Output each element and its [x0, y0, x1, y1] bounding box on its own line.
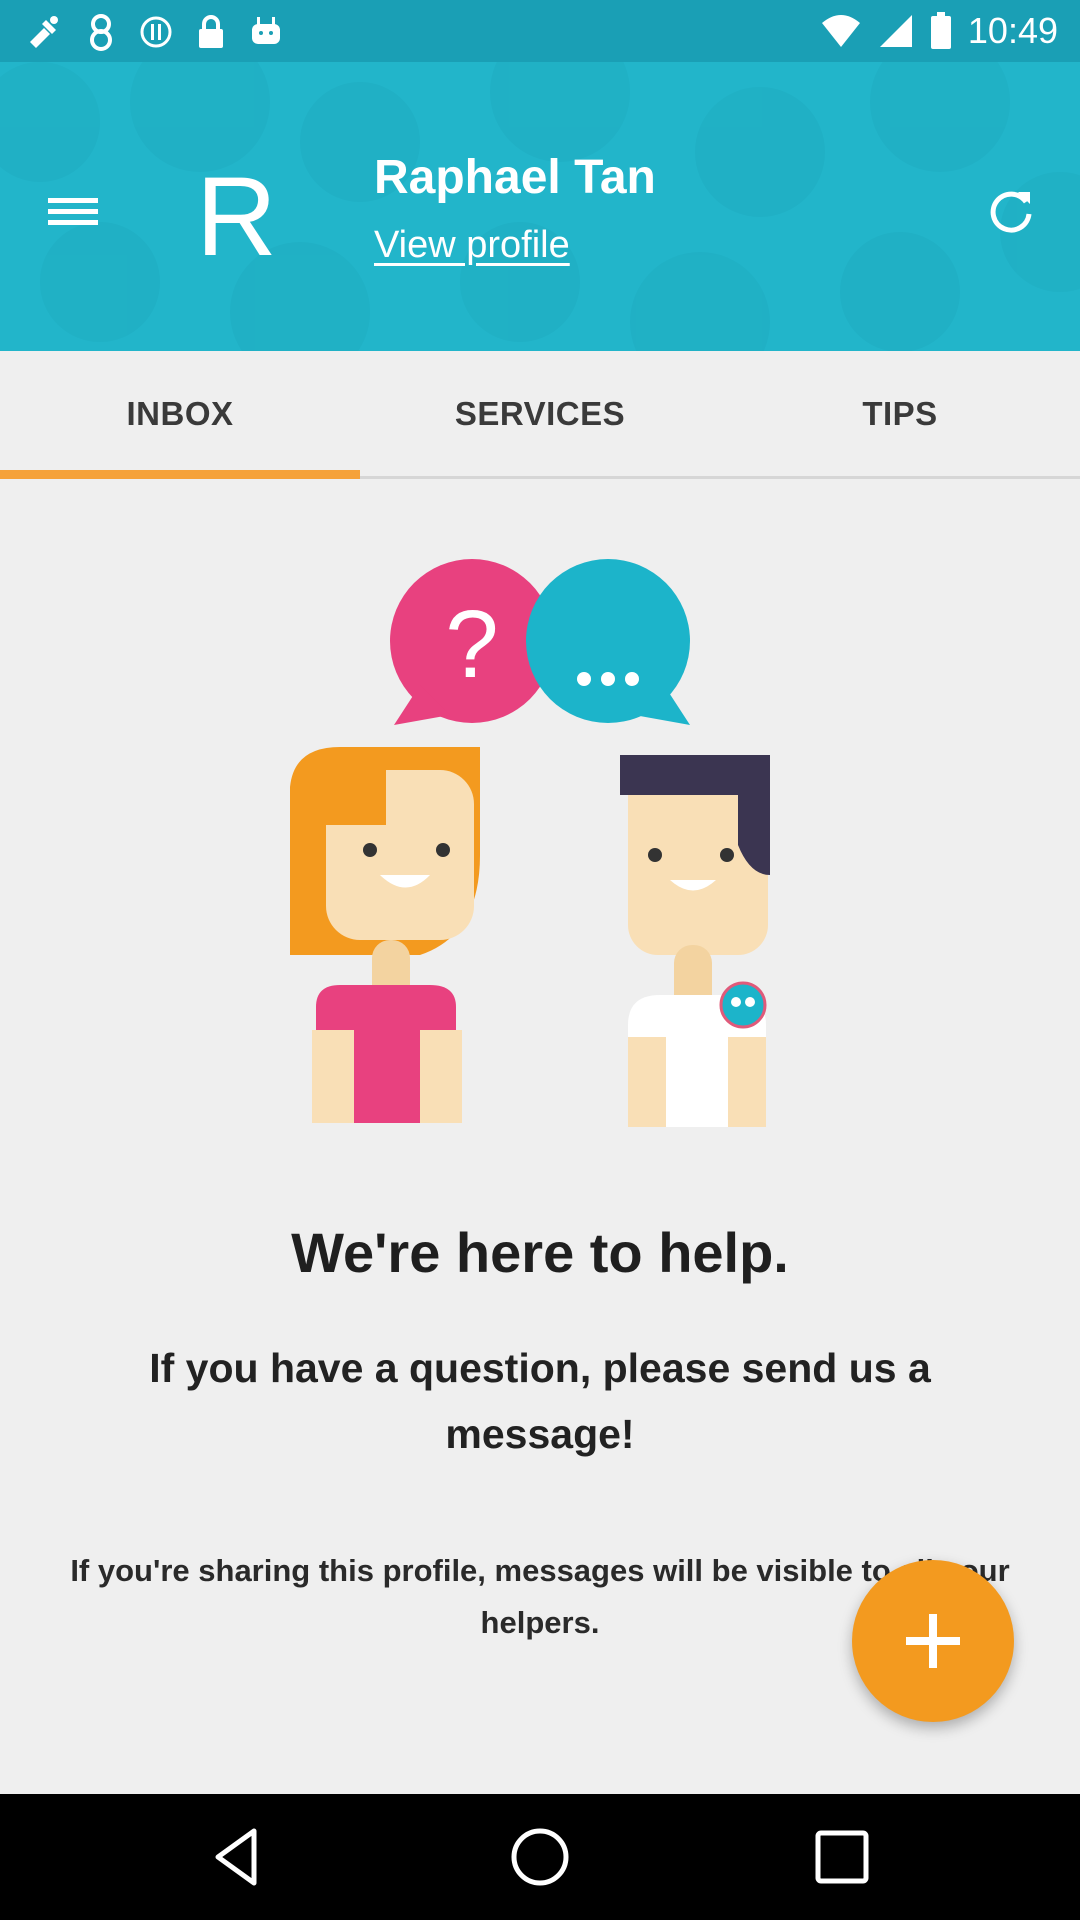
- tab-bar: INBOX SERVICES TIPS: [0, 351, 1080, 479]
- plus-icon: [906, 1614, 960, 1668]
- status-left-icons: [24, 12, 284, 52]
- home-icon: [511, 1828, 569, 1886]
- menu-button[interactable]: [44, 182, 102, 240]
- tab-inbox[interactable]: INBOX: [0, 351, 360, 479]
- empty-state-headline: We're here to help.: [291, 1221, 789, 1284]
- recents-button[interactable]: [806, 1821, 878, 1893]
- back-icon: [215, 1828, 257, 1886]
- notification-icon: [90, 14, 112, 51]
- sync-icon: [140, 16, 172, 48]
- avatar[interactable]: R: [196, 152, 296, 282]
- man-figure: [620, 755, 770, 1127]
- lock-icon: [199, 15, 223, 48]
- header-pattern: [0, 62, 1080, 351]
- back-button[interactable]: [202, 1821, 274, 1893]
- woman-figure: [290, 747, 480, 1123]
- recents-icon: [815, 1830, 869, 1884]
- system-nav-bar: [0, 1794, 1080, 1920]
- signal-icon: [879, 15, 912, 47]
- chat-bubble-icon: [526, 559, 690, 725]
- refresh-button[interactable]: [982, 182, 1040, 240]
- new-message-button[interactable]: [852, 1560, 1014, 1722]
- help-illustration: ?: [290, 559, 770, 1127]
- empty-state-subline: If you have a question, please send us a…: [149, 1345, 931, 1457]
- tab-services[interactable]: SERVICES: [360, 351, 720, 476]
- view-profile-link[interactable]: View profile: [374, 224, 570, 267]
- hamburger-menu-icon: [48, 198, 98, 225]
- home-button[interactable]: [504, 1821, 576, 1893]
- wifi-icon: [821, 15, 860, 47]
- owl-badge-icon: [719, 981, 767, 1029]
- status-time: 10:49: [967, 10, 1058, 51]
- tab-tips[interactable]: TIPS: [720, 351, 1080, 476]
- refresh-icon: [990, 191, 1032, 233]
- status-bar: 10:49: [0, 0, 1080, 62]
- fake-gps-icon: [30, 16, 58, 48]
- battery-icon: [930, 12, 951, 49]
- android-icon: [252, 17, 280, 44]
- user-name: Raphael Tan: [374, 151, 656, 204]
- status-right: 10:49: [820, 10, 1058, 52]
- svg-text:?: ?: [445, 591, 498, 698]
- profile-header: R Raphael Tan View profile: [0, 62, 1080, 351]
